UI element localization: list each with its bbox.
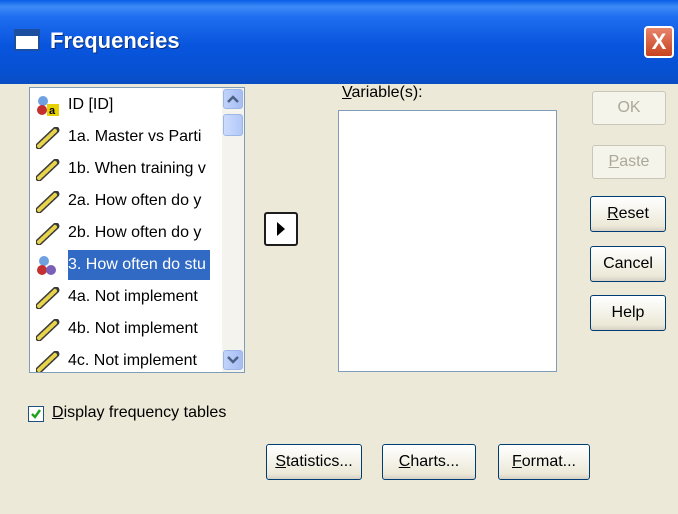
- statistics-button[interactable]: Statistics...: [266, 444, 362, 480]
- right-arrow-icon: [277, 222, 285, 236]
- title-bar: Frequencies X: [0, 0, 678, 84]
- scale-variable-icon: [35, 318, 60, 342]
- variables-label: Variable(s):: [342, 84, 423, 101]
- scale-variable-icon: [35, 190, 60, 214]
- scale-variable-icon: [35, 350, 60, 372]
- scale-variable-icon: [35, 222, 60, 246]
- list-item[interactable]: 2b. How often do y: [34, 218, 222, 248]
- selected-variables-list[interactable]: [338, 110, 557, 372]
- list-item-label: 4c. Not implement: [68, 352, 197, 369]
- list-item[interactable]: 4a. Not implement: [34, 282, 222, 312]
- list-item-label: 1b. When training v: [68, 160, 206, 177]
- list-item-label: 2a. How often do y: [68, 192, 202, 209]
- format-button[interactable]: Format...: [498, 444, 590, 480]
- window-title: Frequencies: [50, 28, 180, 53]
- scale-variable-icon: [35, 286, 60, 310]
- list-item-label: ID [ID]: [68, 96, 114, 113]
- scale-variable-icon: [35, 126, 60, 150]
- list-item[interactable]: 4b. Not implement: [34, 314, 222, 344]
- list-item[interactable]: 1b. When training v: [34, 154, 222, 184]
- move-variable-button[interactable]: [264, 212, 298, 246]
- display-frequency-tables-label: Display frequency tables: [52, 404, 227, 421]
- list-item[interactable]: 1a. Master vs Parti: [34, 122, 222, 152]
- scale-variable-icon: [35, 158, 60, 182]
- scroll-up-button[interactable]: [223, 89, 243, 109]
- charts-button[interactable]: Charts...: [382, 444, 476, 480]
- help-button[interactable]: Help: [590, 295, 666, 331]
- check-icon: [31, 409, 42, 419]
- close-button[interactable]: X: [644, 26, 674, 58]
- scroll-down-button[interactable]: [223, 350, 243, 370]
- svg-text:a: a: [49, 105, 56, 117]
- ok-button[interactable]: OK: [592, 91, 666, 125]
- list-item-label: 2b. How often do y: [68, 224, 202, 241]
- list-item[interactable]: a ID [ID]: [34, 90, 222, 120]
- list-item-label: 1a. Master vs Parti: [68, 128, 202, 145]
- paste-button[interactable]: Paste: [592, 145, 666, 179]
- window-icon: [14, 29, 40, 51]
- scroll-thumb[interactable]: [223, 114, 243, 136]
- list-item[interactable]: 3. How often do stu: [34, 250, 222, 280]
- display-frequency-tables-checkbox[interactable]: [28, 406, 44, 422]
- list-item[interactable]: 2a. How often do y: [34, 186, 222, 216]
- list-item-label: 4b. Not implement: [68, 320, 198, 337]
- chevron-up-icon: [227, 95, 239, 103]
- chevron-down-icon: [227, 356, 239, 364]
- list-item[interactable]: 4c. Not implement: [34, 346, 222, 372]
- list-item-label: 4a. Not implement: [68, 288, 198, 305]
- list-scrollbar[interactable]: [222, 88, 244, 372]
- nominal-variable-icon: a: [36, 95, 60, 117]
- ordinal-variable-icon: [36, 255, 60, 277]
- reset-button[interactable]: Reset: [590, 196, 666, 232]
- source-variable-list[interactable]: a ID [ID] 1a. Master vs Parti 1b. When trai…: [29, 87, 245, 373]
- cancel-button[interactable]: Cancel: [590, 246, 666, 282]
- list-item-label: 3. How often do stu: [68, 250, 210, 280]
